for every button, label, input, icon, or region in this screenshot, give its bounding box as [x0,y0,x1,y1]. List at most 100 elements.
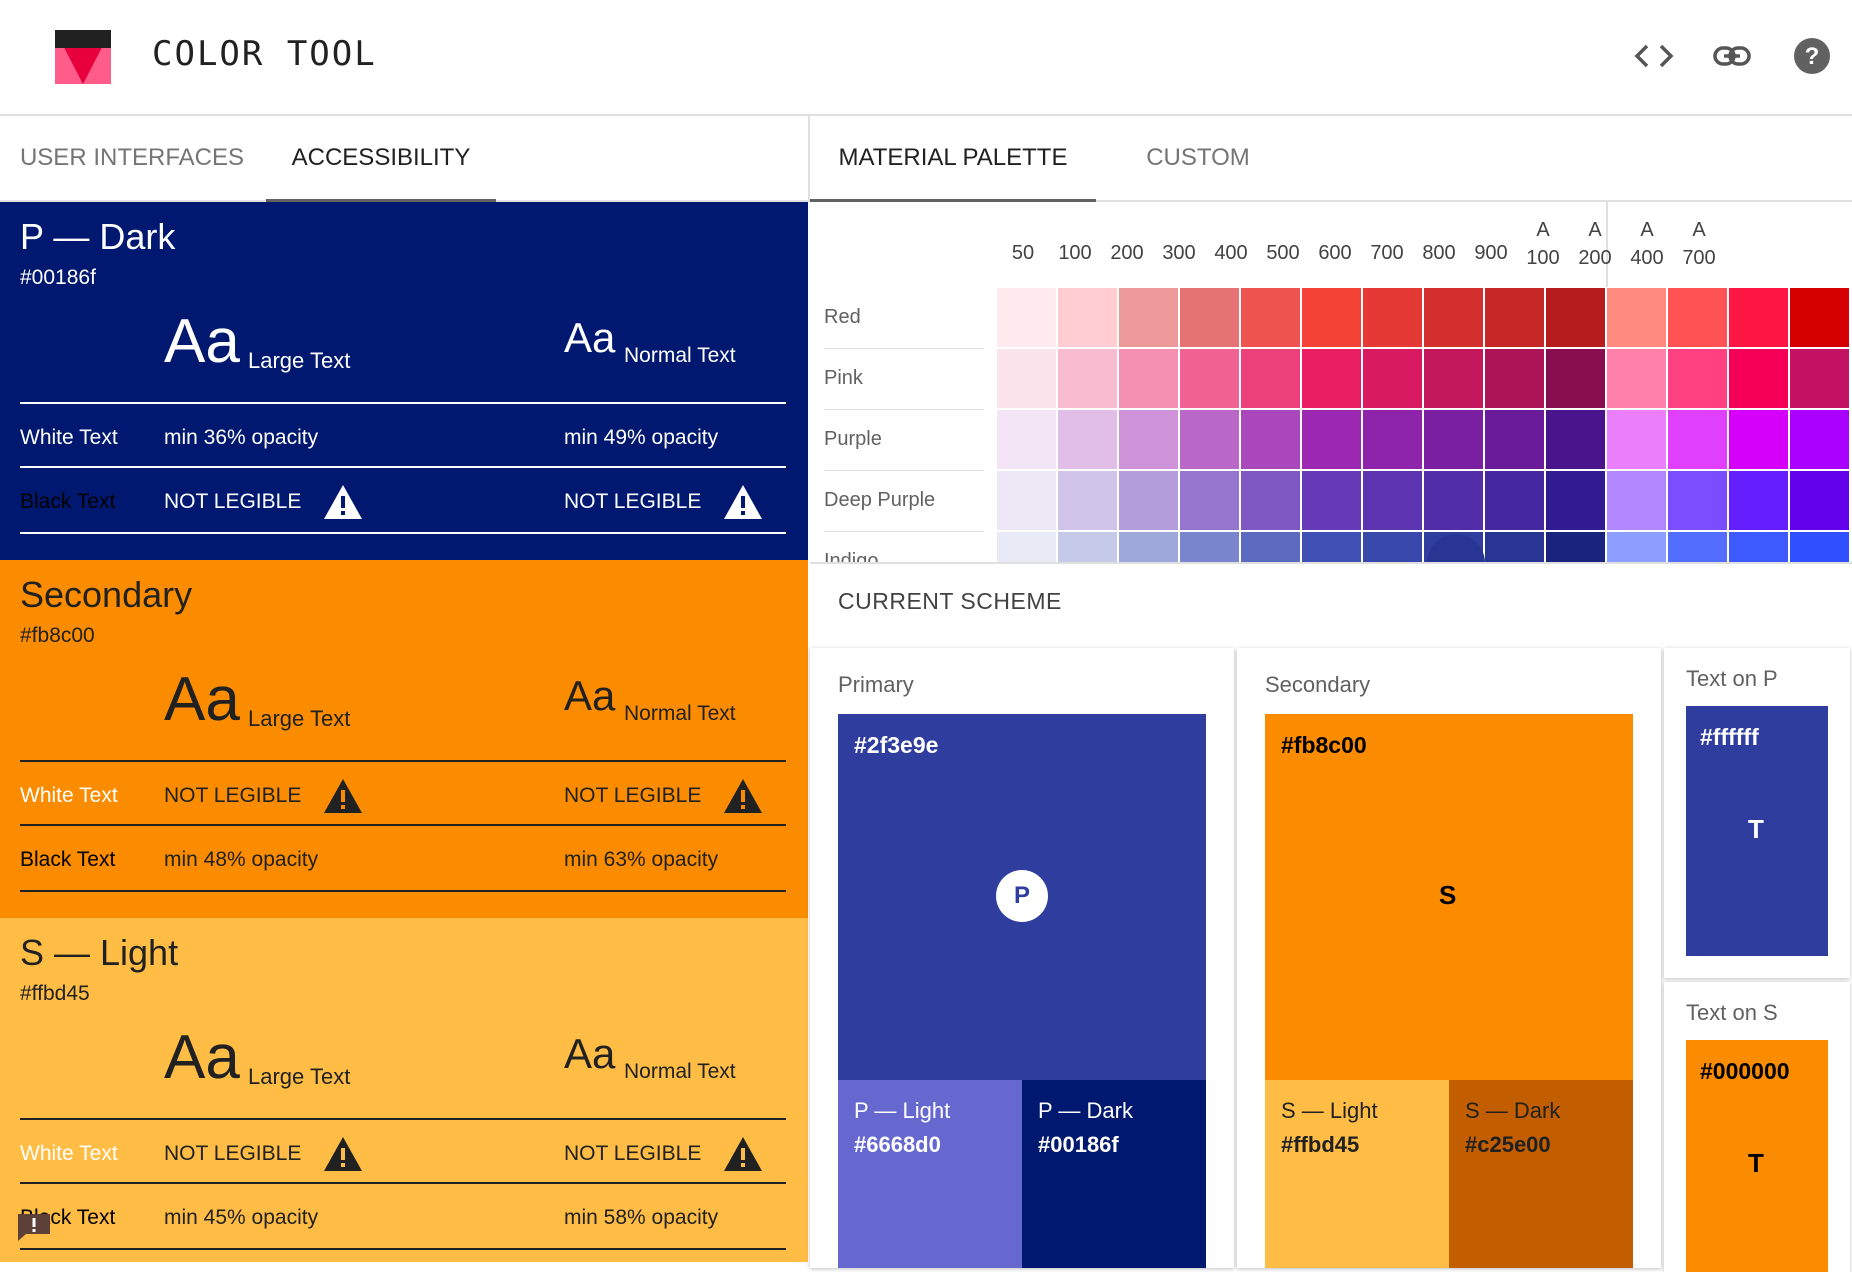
text-on-p-label: Text on P [1686,666,1778,691]
palette-swatch[interactable] [1302,410,1361,469]
text-on-p-swatch[interactable]: #ffffff T [1686,706,1828,956]
palette-swatch[interactable] [1485,532,1544,562]
palette-swatch[interactable] [1119,471,1178,530]
primary-dark-swatch[interactable]: P — Dark #00186f [1022,1080,1206,1268]
palette-color-name[interactable]: Indigo [824,550,879,562]
palette-swatch[interactable] [1607,410,1666,469]
palette-swatch[interactable] [1790,471,1849,530]
palette-color-name[interactable]: Red [824,306,861,329]
palette-color-name[interactable]: Pink [824,367,863,390]
palette-swatch[interactable] [1424,410,1483,469]
palette-swatch[interactable] [1790,288,1849,347]
palette-swatch[interactable] [1180,288,1239,347]
palette-swatch[interactable] [997,471,1056,530]
palette-swatch[interactable] [1485,349,1544,408]
palette-swatch[interactable] [1302,349,1361,408]
text-on-s-swatch[interactable]: #000000 T [1686,1040,1828,1272]
palette-swatch[interactable] [1485,471,1544,530]
palette-swatch[interactable] [1180,349,1239,408]
palette-swatch[interactable] [1790,349,1849,408]
palette-swatch[interactable] [1119,532,1178,562]
palette-swatch[interactable] [1668,471,1727,530]
palette-swatch[interactable] [1241,288,1300,347]
palette-swatch[interactable] [1058,349,1117,408]
palette-swatch[interactable] [1424,349,1483,408]
palette-swatch[interactable] [1668,288,1727,347]
palette-swatch[interactable] [1607,288,1666,347]
palette-swatch[interactable] [997,532,1056,562]
palette-swatch[interactable] [997,410,1056,469]
secondary-dark-swatch[interactable]: S — Dark #c25e00 [1449,1080,1633,1268]
palette-swatch[interactable] [1241,410,1300,469]
palette-swatch[interactable] [1119,410,1178,469]
tab-custom[interactable]: CUSTOM [1100,116,1296,200]
result-text: min 45% opacity [164,1206,319,1229]
palette-swatch[interactable] [1729,288,1788,347]
primary-swatch[interactable]: #2f3e9e P [838,714,1206,1080]
palette-swatch[interactable] [1363,349,1422,408]
feedback-icon[interactable] [16,1212,52,1242]
palette-swatch[interactable] [1729,532,1788,562]
palette-swatch[interactable] [1790,410,1849,469]
palette-swatch[interactable] [997,349,1056,408]
palette-swatch[interactable] [1241,532,1300,562]
palette-swatch[interactable] [1668,532,1727,562]
palette-swatch[interactable] [1729,471,1788,530]
palette-swatch[interactable] [1729,349,1788,408]
large-text-result: NOT LEGIBLE [164,1136,363,1172]
secondary-light-hex: #ffbd45 [1281,1132,1360,1157]
code-icon[interactable] [1628,34,1680,78]
palette-swatch[interactable] [1607,349,1666,408]
palette-swatch[interactable] [1058,471,1117,530]
palette-color-name[interactable]: Deep Purple [824,489,935,512]
palette-swatch[interactable] [1241,471,1300,530]
palette-swatch[interactable] [1119,349,1178,408]
primary-light-swatch[interactable]: P — Light #6668d0 [838,1080,1022,1268]
palette-swatch[interactable] [1119,288,1178,347]
palette-swatch[interactable] [1363,471,1422,530]
normal-text-result: min 63% opacity [564,842,718,878]
palette-color-name[interactable]: Purple [824,428,882,451]
palette-swatch[interactable] [1363,410,1422,469]
palette-swatch[interactable] [1729,410,1788,469]
palette-swatch[interactable] [1058,410,1117,469]
warning-icon [324,485,363,519]
palette-swatch[interactable] [1607,471,1666,530]
palette-swatch[interactable] [1180,410,1239,469]
aa-normal-sample: Aa [564,672,616,719]
tab-accessibility[interactable]: ACCESSIBILITY [266,116,496,200]
help-icon[interactable]: ? [1786,34,1838,78]
tab-material-palette[interactable]: MATERIAL PALETTE [810,116,1096,200]
secondary-swatch[interactable]: #fb8c00 S [1265,714,1633,1080]
palette-swatch[interactable] [1424,471,1483,530]
palette-swatch[interactable] [1485,288,1544,347]
palette-swatch[interactable] [1546,532,1605,562]
palette-swatch[interactable] [1058,532,1117,562]
palette-swatch[interactable] [1241,349,1300,408]
palette-swatch[interactable] [1668,410,1727,469]
palette-swatch[interactable] [1668,349,1727,408]
palette-swatch[interactable] [1302,532,1361,562]
palette-swatch[interactable] [1546,288,1605,347]
tab-user-interfaces[interactable]: USER INTERFACES [0,116,264,200]
palette-swatch[interactable] [1180,471,1239,530]
palette-swatch[interactable] [1424,288,1483,347]
link-icon[interactable] [1706,34,1758,78]
palette-swatch[interactable] [1485,410,1544,469]
palette-swatch[interactable] [1607,532,1666,562]
palette-swatch[interactable] [1546,349,1605,408]
palette-swatch[interactable] [1302,288,1361,347]
palette-swatch[interactable] [1302,471,1361,530]
large-text-result: NOT LEGIBLE [164,778,363,814]
palette-swatch[interactable] [1546,410,1605,469]
primary-dark-title: P — Dark [1038,1098,1133,1123]
palette-swatch[interactable] [1363,288,1422,347]
palette-swatch[interactable] [1058,288,1117,347]
palette-swatch[interactable] [1790,532,1849,562]
palette-swatch[interactable] [997,288,1056,347]
palette-swatch[interactable] [1180,532,1239,562]
palette-swatch[interactable] [1546,471,1605,530]
normal-text-result: min 49% opacity [564,420,718,456]
palette-swatch[interactable] [1363,532,1422,562]
secondary-light-swatch[interactable]: S — Light #ffbd45 [1265,1080,1449,1268]
